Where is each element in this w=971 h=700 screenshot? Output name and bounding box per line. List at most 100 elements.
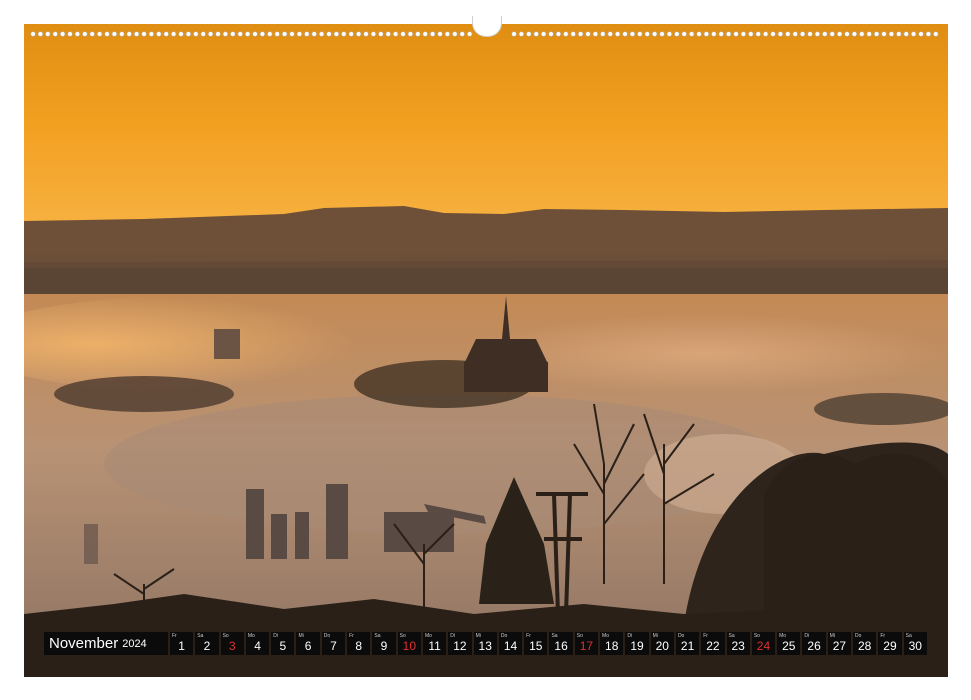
binding-loop bbox=[518, 31, 525, 37]
binding-loop bbox=[267, 31, 273, 37]
day-cell: So 24 bbox=[751, 632, 776, 655]
binding-loop bbox=[592, 31, 599, 37]
binding-loop bbox=[859, 31, 865, 37]
binding-loop bbox=[548, 31, 554, 37]
day-cell: So 10 bbox=[397, 632, 421, 655]
binding-loop bbox=[918, 31, 924, 37]
binding-loop bbox=[400, 31, 406, 37]
binding-loop bbox=[104, 31, 110, 37]
day-number: 28 bbox=[857, 639, 872, 653]
binding-loop bbox=[829, 31, 835, 37]
binding-loop bbox=[163, 31, 169, 37]
day-cell: Di 19 bbox=[625, 632, 649, 655]
binding-loop bbox=[555, 31, 562, 37]
binding-loop bbox=[89, 31, 95, 37]
binding-loop bbox=[903, 31, 909, 37]
day-number: 29 bbox=[883, 639, 897, 653]
day-number: 21 bbox=[680, 639, 695, 653]
day-cell: Mo 4 bbox=[245, 632, 270, 655]
month-name: November bbox=[49, 635, 119, 652]
day-cell: Do 7 bbox=[321, 632, 346, 655]
day-cell: So 3 bbox=[220, 632, 244, 655]
day-cell: Di 12 bbox=[448, 632, 472, 655]
binding-loop bbox=[252, 31, 258, 37]
binding-loop bbox=[200, 31, 206, 37]
binding-loop bbox=[378, 31, 384, 37]
binding-loop bbox=[770, 31, 776, 37]
day-cell: Do 28 bbox=[853, 632, 877, 655]
day-cell: Fr 8 bbox=[347, 632, 371, 655]
day-cell: Fr 1 bbox=[170, 632, 194, 655]
binding-loop bbox=[629, 31, 636, 37]
day-number: 24 bbox=[756, 639, 771, 653]
day-number: 17 bbox=[579, 639, 594, 653]
binding-loop bbox=[282, 31, 288, 37]
binding-loop bbox=[688, 31, 695, 37]
binding-loop bbox=[126, 31, 132, 37]
binding-loop bbox=[651, 31, 658, 37]
day-number: 30 bbox=[908, 639, 922, 653]
binding-loop bbox=[274, 31, 280, 37]
binding-loop bbox=[511, 31, 517, 37]
binding-loop bbox=[296, 31, 303, 37]
binding-loop bbox=[341, 31, 347, 37]
binding-loop bbox=[799, 31, 806, 37]
binding-loop bbox=[326, 31, 332, 37]
binding-loop bbox=[222, 31, 228, 37]
tree-clump-left bbox=[54, 376, 234, 412]
day-cell: Fr 22 bbox=[701, 632, 725, 655]
binding-loop bbox=[215, 31, 221, 37]
binding-loop bbox=[762, 31, 769, 37]
binding-loop bbox=[814, 31, 821, 37]
binding-loop bbox=[526, 31, 532, 37]
binding-loop bbox=[459, 31, 465, 37]
day-cell: Fr 29 bbox=[878, 632, 902, 655]
day-cell: Sa 30 bbox=[903, 632, 927, 655]
binding-loop bbox=[836, 31, 843, 37]
day-number: 5 bbox=[279, 639, 287, 653]
binding-loop bbox=[319, 31, 325, 37]
day-cell: Do 14 bbox=[498, 632, 523, 655]
binding-loop bbox=[622, 31, 628, 37]
binding-loop bbox=[52, 31, 58, 37]
day-cell: Sa 23 bbox=[726, 632, 750, 655]
binding-loop bbox=[208, 31, 214, 37]
day-cell: Do 21 bbox=[675, 632, 700, 655]
binding-loop bbox=[910, 31, 917, 37]
binding-loop bbox=[356, 31, 362, 37]
binding-loop bbox=[888, 31, 895, 37]
day-cell: Fr 15 bbox=[524, 632, 548, 655]
binding-loop bbox=[674, 31, 680, 37]
binding-loop bbox=[59, 31, 66, 37]
binding-loop bbox=[755, 31, 761, 37]
binding-loop bbox=[407, 31, 414, 37]
binding-loop bbox=[725, 31, 732, 37]
day-number: 7 bbox=[330, 639, 337, 653]
day-cell: Mi 27 bbox=[827, 632, 852, 655]
binding-loop bbox=[703, 31, 710, 37]
binding-loop bbox=[785, 31, 791, 37]
binding-loop bbox=[585, 31, 591, 37]
binding-loop bbox=[666, 31, 673, 37]
binding-loop bbox=[540, 31, 547, 37]
binding-loop bbox=[748, 31, 754, 37]
day-number: 4 bbox=[254, 639, 261, 653]
binding-loop bbox=[111, 31, 117, 37]
binding-loop bbox=[333, 31, 340, 37]
day-number: 14 bbox=[503, 639, 518, 653]
binding-loop bbox=[896, 31, 902, 37]
day-number: 3 bbox=[228, 639, 236, 653]
binding-loop bbox=[659, 31, 665, 37]
day-cell: Di 26 bbox=[802, 632, 826, 655]
binding-loop bbox=[119, 31, 125, 37]
binding-loop bbox=[422, 31, 428, 37]
sky bbox=[24, 24, 948, 224]
binding-loop bbox=[452, 31, 458, 37]
binding-loop bbox=[851, 31, 858, 37]
binding-loop bbox=[600, 31, 606, 37]
binding-loop bbox=[171, 31, 177, 37]
binding-loop bbox=[711, 31, 717, 37]
day-number: 8 bbox=[355, 639, 363, 653]
day-number: 9 bbox=[380, 639, 388, 653]
binding-loop bbox=[696, 31, 702, 37]
